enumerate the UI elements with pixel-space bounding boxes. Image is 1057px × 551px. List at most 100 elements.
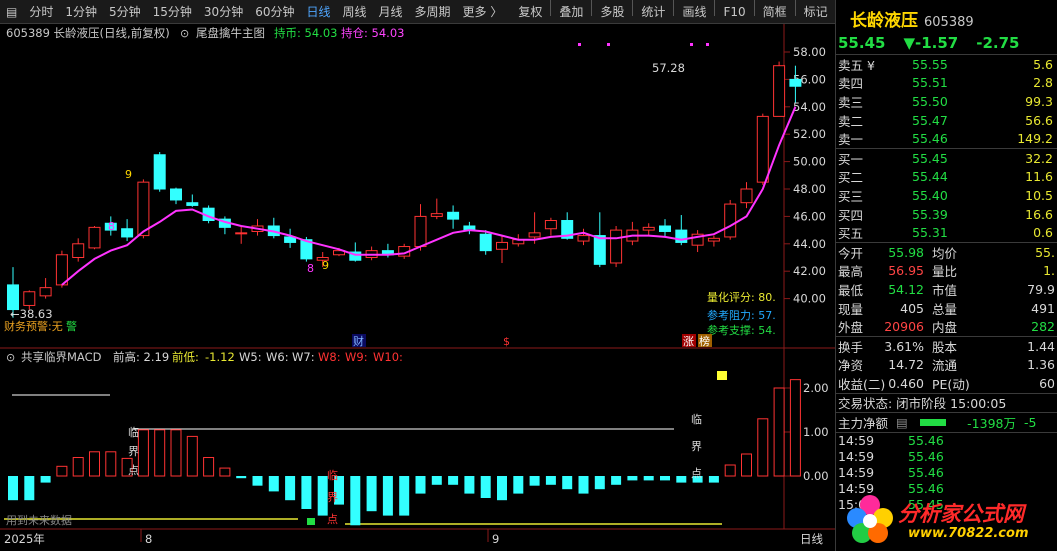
macd-bar-positive [773,387,785,477]
period-tab[interactable]: 分时 [23,0,59,23]
macd-bar-negative [448,476,459,485]
sub-indicator-settings-icon[interactable]: ⊙ [6,351,15,364]
stat-row: 今开 55.98 均价 55. [836,243,1057,262]
menu-icon[interactable]: ▤ [0,0,23,23]
w5-label: W5: [239,350,262,364]
stat-value: 0.460 [888,375,924,391]
tool-button[interactable]: 标记 [798,0,834,23]
price-axis-label: 58.00 [793,45,826,59]
candle-body [88,226,101,249]
rank-marker[interactable]: 榜 [699,334,710,348]
change-percent: -2.75 [976,34,1020,52]
tool-button[interactable]: 复权 [512,0,548,23]
price-axis-label: 54.00 [793,100,826,114]
count-digit: 8 [108,220,115,233]
macd-bar-negative [480,476,491,498]
stock-name: 长龄液压 [850,11,918,31]
macd-bar-positive [219,467,231,477]
high-price-annotation: 57.28 [652,61,685,75]
period-tab[interactable]: 日线 [300,0,336,23]
count-digit: 8 [307,262,314,275]
stat-value: 20906 [884,319,924,335]
sub-indicator-name[interactable]: 共享临界MACD [21,350,102,364]
kline-chart-svg[interactable]: 605389 长龄液压(日线,前复权) ⊙ 尾盘擒牛主图 持币: 54.03 持… [0,24,835,551]
w10-label: W10: [373,350,403,364]
time-axis-year: 2025年 [4,532,45,546]
stat-label: 最高 [838,264,864,280]
dollar-marker[interactable]: $ [503,335,510,348]
stat-label: 净资 [838,358,864,374]
period-tab[interactable]: 多周期 [409,0,457,23]
order-price: 55.46 [912,131,948,147]
stat-label: 量比 [932,264,958,280]
candle-body [170,188,182,201]
net-inflow-pct: -5 [1024,415,1037,431]
order-price: 55.50 [912,93,948,109]
main-indicator-name[interactable]: 尾盘擒牛主图 [196,26,265,40]
order-volume: 32.2 [1025,150,1053,166]
candle-body [544,220,557,230]
order-book-row: 卖二 55.47 56.6 [836,111,1057,130]
macd-bar-negative [578,476,589,494]
period-tab[interactable]: 30分钟 [198,0,249,23]
quote-panel: 长龄液压 605389 55.45 ▼-1.57 -2.75 卖五 ¥55.55… [835,0,1057,551]
tool-button[interactable]: 叠加 [553,0,589,23]
flower-logo-icon [847,495,893,543]
period-tab[interactable]: 5分钟 [103,0,147,23]
period-tab[interactable]: 1分钟 [59,0,103,23]
macd-bar-negative [24,476,35,501]
svg-text:临: 临 [327,468,338,482]
period-tab[interactable]: 月线 [373,0,409,23]
stat-value: 1.36 [1027,357,1055,373]
stat-row: 现量 405 总量 491 [836,299,1057,318]
candle-body [789,78,802,87]
stat-value: 54.12 [888,281,924,297]
chart-area[interactable]: 605389 长龄液压(日线,前复权) ⊙ 尾盘擒牛主图 持币: 54.03 持… [0,24,835,551]
stat-label: 现量 [838,301,864,317]
tool-button[interactable]: 简框 [757,0,793,23]
finance-marker[interactable]: 财 [353,334,364,348]
order-book-row: 买三 55.40 10.5 [836,186,1057,205]
candle-body [479,233,492,252]
period-tab[interactable]: 15分钟 [147,0,198,23]
ask-book: 卖五 ¥ 55.55 5.6 卖四 55.51 2.8 卖三 55.50 99.3 卖二 55.47… [836,55,1057,148]
tick-time: 14:59 [838,464,875,480]
stat-row: 最高 56.95 量比 1. [836,262,1057,281]
candle-body [707,237,720,242]
tool-button[interactable]: F10 [717,0,751,23]
indicator-settings-icon[interactable]: ⊙ [180,27,189,40]
macd-bar-negative [464,476,475,494]
signal-dot [706,43,709,46]
macd-peak-marker [717,371,727,380]
rise-marker[interactable]: 涨 [683,335,694,348]
low-price-annotation: ←38.63 [10,307,53,321]
tool-button[interactable]: 画线 [676,0,712,23]
order-level-label: 卖五 ¥ [838,57,875,73]
macd-bar-negative [301,476,312,509]
candle-body [724,203,737,238]
tick-price: 55.46 [908,432,944,448]
net-inflow-label: 主力净额 [838,416,889,432]
candle-body [23,291,36,306]
stat-value: 1.44 [1027,338,1055,354]
period-tab[interactable]: 60分钟 [249,0,300,23]
price-axis-label: 42.00 [793,264,826,278]
svg-text:界: 界 [327,491,338,504]
order-volume: 5.6 [1033,56,1053,72]
period-tab[interactable]: 周线 [337,0,373,23]
order-book-row: 买五 55.31 0.6 [836,223,1057,242]
price-axis-label: 50.00 [793,155,826,169]
tool-button[interactable]: 多股 [594,0,630,23]
macd-bar-positive [170,429,182,477]
candle-body [593,235,606,265]
last-price: 55.45 [838,34,886,52]
macd-bar-negative [529,476,540,486]
list-icon[interactable]: ▤ [896,415,914,430]
finance-warning-text: 财务预警:无 [4,319,63,333]
stat-label: 市值 [932,282,958,298]
macd-bar-positive [757,418,769,477]
toolbar-divider [632,0,634,16]
tool-button[interactable]: 统计 [635,0,671,23]
period-tab[interactable]: 更多 〉 [457,0,509,23]
toolbar-divider [794,0,796,16]
